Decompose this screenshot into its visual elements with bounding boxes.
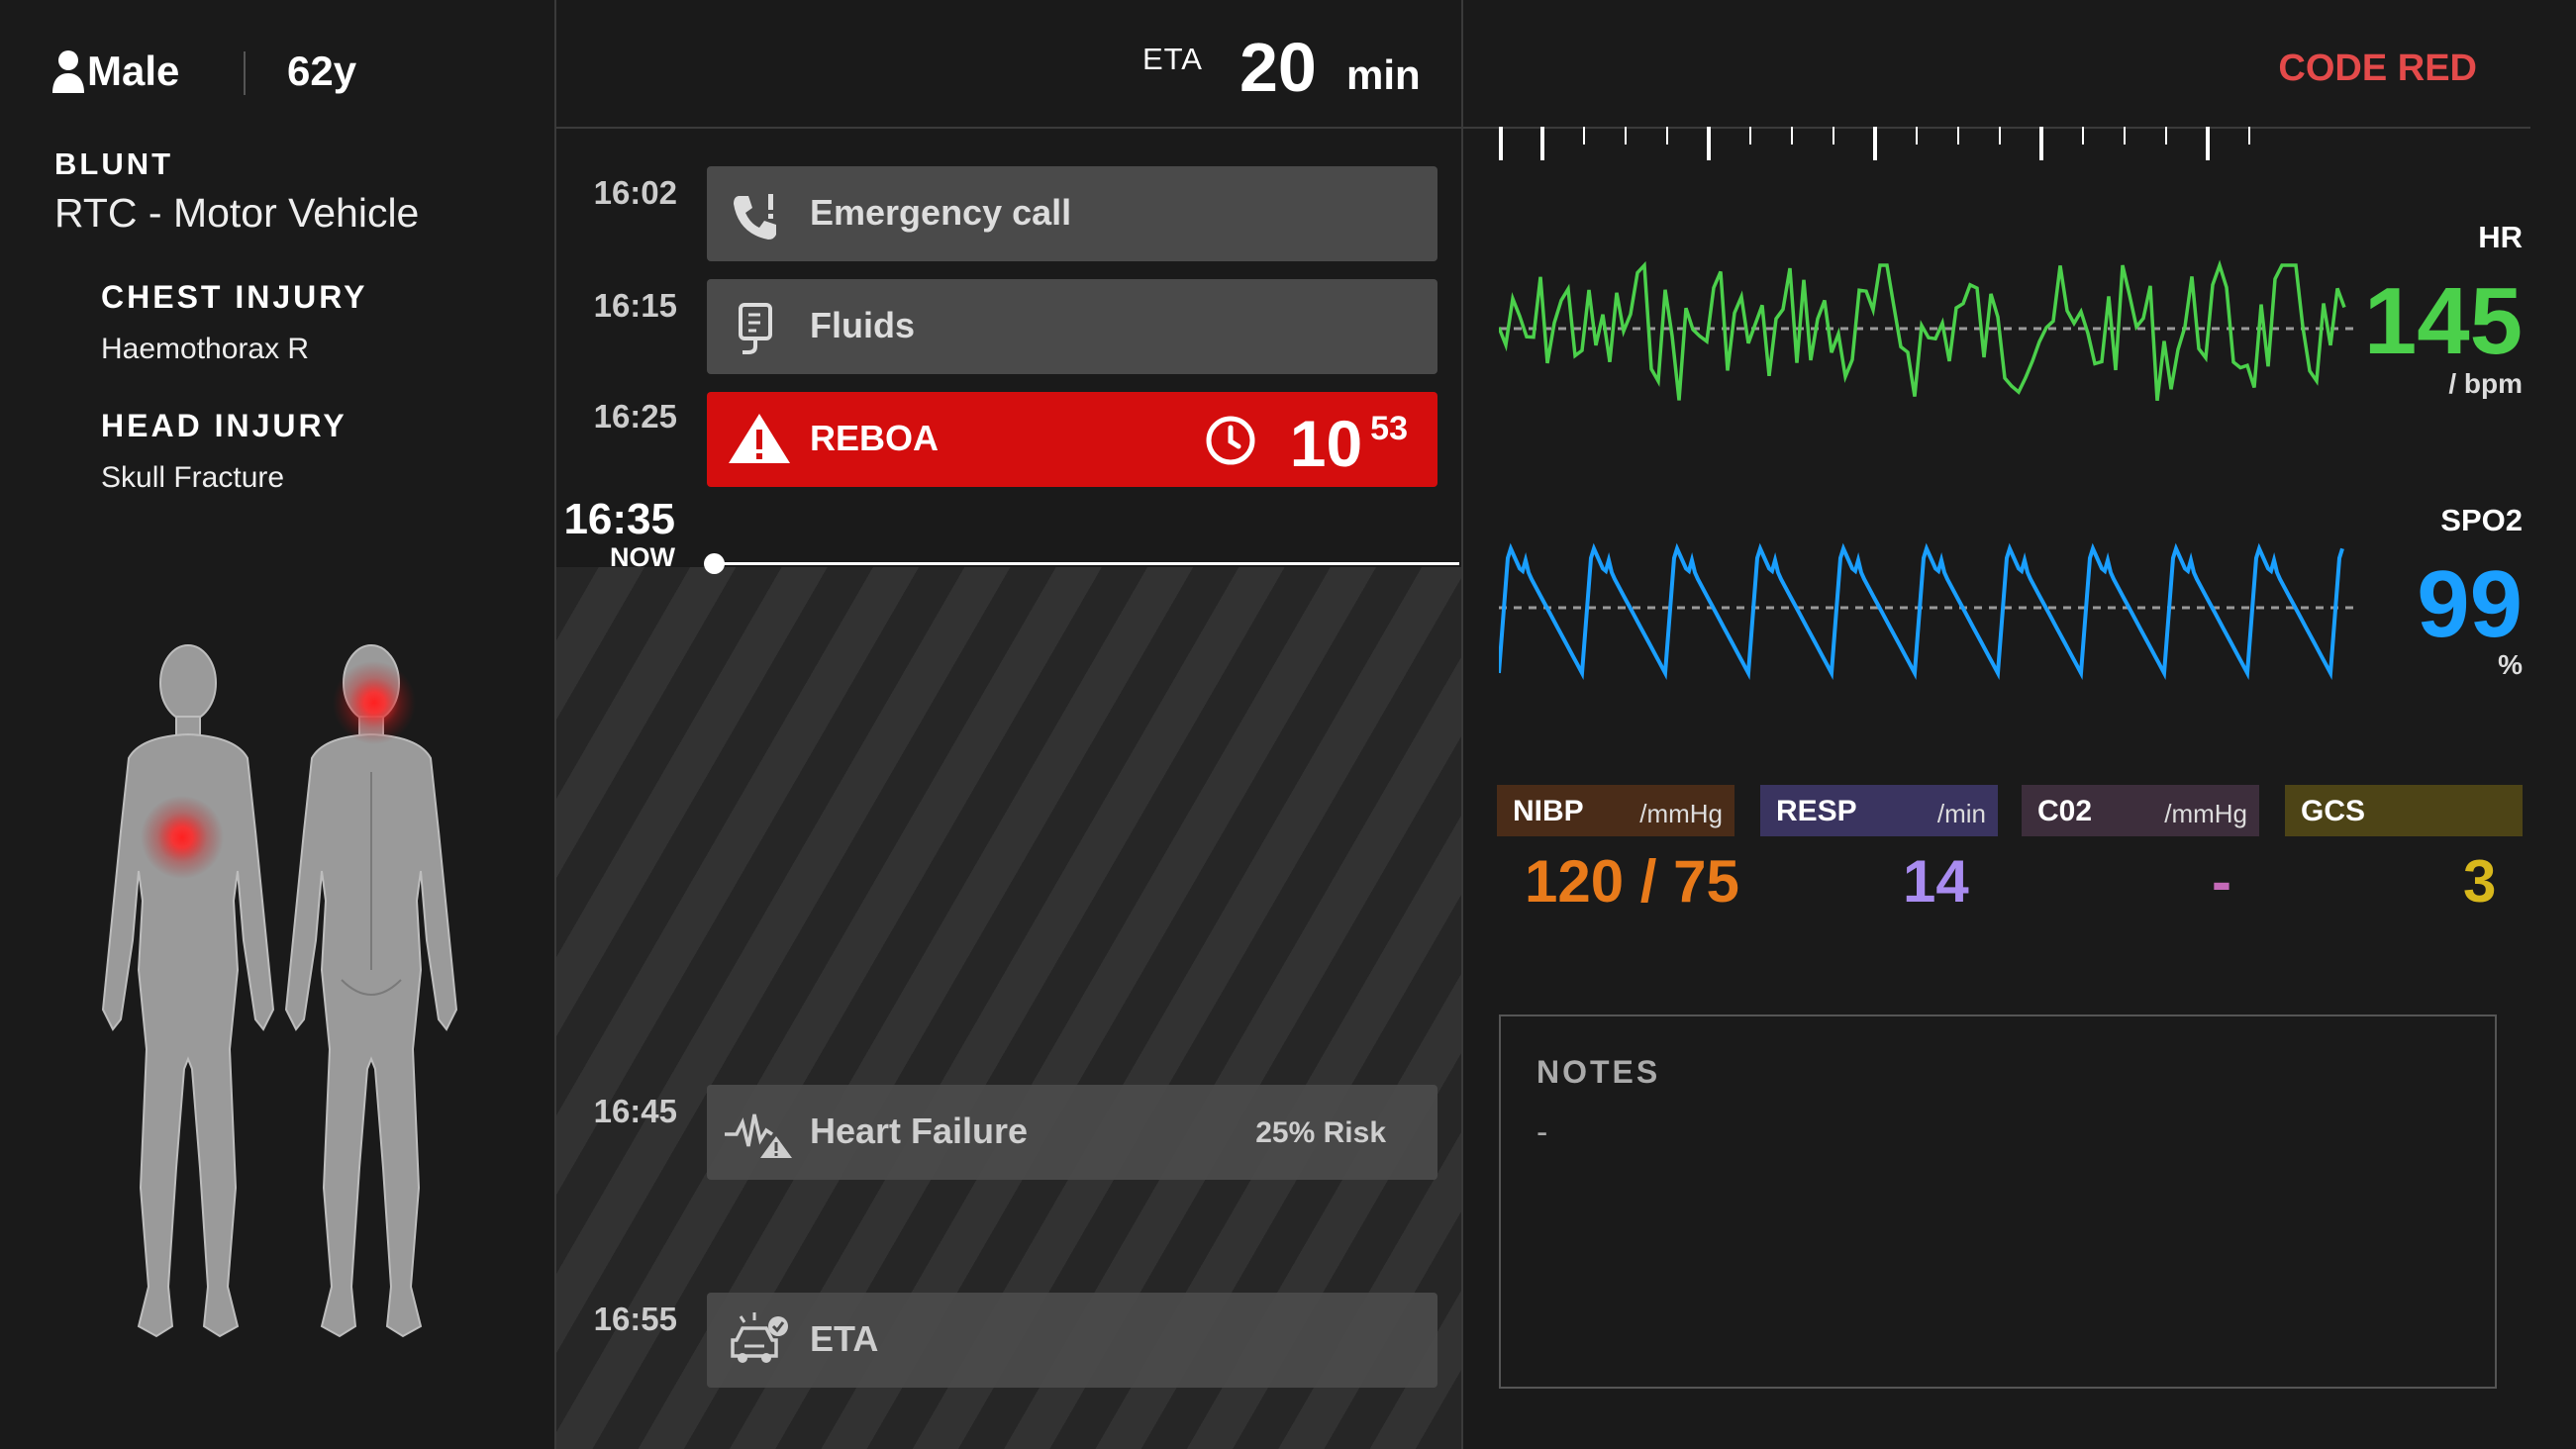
eta-value: 20 [1239,29,1317,106]
event-label: REBOA [810,418,940,458]
prediction-eta[interactable]: ETA [707,1293,1437,1388]
resp-tile[interactable]: RESP /min [1760,785,1998,836]
tile-name: NIBP [1513,795,1584,827]
vitals-header: CODE RED [1463,0,2530,129]
spo2-unit: % [2498,649,2523,680]
tile-name: RESP [1776,795,1857,827]
timeline-header: ETA 20 min [556,0,1461,129]
co2-tile[interactable]: C02 /mmHg [2022,785,2259,836]
event-reboa[interactable]: REBOA 10 53 [707,392,1437,487]
body-injury-map[interactable] [89,633,485,1366]
tile-unit: /mmHg [1639,799,1723,828]
prediction-heart-failure[interactable]: Heart Failure 25% Risk [707,1085,1437,1180]
injury-title-head: HEAD INJURY [101,408,347,443]
nibp-value: 120 / 75 [1525,848,1739,915]
injury-detail-chest: Haemothorax R [101,333,310,365]
patient-age: 62y [287,48,357,94]
event-label: Fluids [810,305,915,345]
event-time: 16:15 [593,287,677,324]
eta-unit: min [1346,51,1421,98]
spo2-waveform [1499,542,2360,680]
patient-panel: Male 62y BLUNT RTC - Motor Vehicle CHEST… [0,0,556,1449]
mechanism-type: BLUNT [54,146,174,181]
clock-icon [1206,416,1255,465]
eta-label: ETA [1142,42,1203,76]
spo2-value: 99 [2417,551,2523,657]
body-back-figure [284,644,458,1338]
spo2-label: SPO2 [2440,503,2523,537]
tile-unit: /min [1936,799,1986,828]
notes-box[interactable]: NOTES - [1499,1014,2497,1389]
gcs-tile[interactable]: GCS [2285,785,2523,836]
phone-alert-icon [734,194,776,240]
event-time: 16:25 [593,398,677,435]
body-front-figure [101,644,275,1338]
patient-sex: Male [87,48,180,94]
event-emergency-call[interactable]: Emergency call [707,166,1437,261]
warning-icon [729,414,790,463]
code-status: CODE RED [2278,48,2477,89]
injury-marker-chest [141,796,224,879]
iv-bag-icon [739,303,772,354]
resp-value: 14 [1903,848,1969,915]
hr-waveform [1499,259,2360,402]
now-marker [704,553,725,574]
prediction-label: ETA [810,1318,879,1359]
tile-name: C02 [2037,795,2093,827]
injury-marker-head [333,661,416,744]
hr-label: HR [2478,220,2523,254]
event-time: 16:02 [593,174,677,211]
timeline-panel: ETA 20 min 16:02 Emergency call 16:15 Fl… [556,0,1463,1449]
now-time: 16:35 [563,495,675,543]
prediction-time: 16:45 [593,1093,677,1129]
prediction-time: 16:55 [593,1301,677,1337]
prediction-label: Heart Failure [810,1111,1029,1151]
heart-rate-warning-icon [725,1113,792,1158]
time-ruler [1499,127,2250,160]
now-line [715,562,1459,565]
mechanism-description: RTC - Motor Vehicle [54,190,420,236]
hr-value: 145 [2363,268,2523,374]
notes-body: - [1536,1113,1548,1151]
vitals-panel: CODE RED HR 145 / bpm SPO2 99 % NIBP /mm… [1463,0,2576,1449]
event-label: Emergency call [810,192,1072,233]
reboa-elapsed-timer: 10 53 [1289,407,1408,480]
tile-name: GCS [2301,795,2366,827]
nibp-tile[interactable]: NIBP /mmHg [1497,785,1734,836]
ambulance-check-icon [731,1312,788,1363]
person-icon [52,50,84,93]
event-fluids[interactable]: Fluids [707,279,1437,374]
risk-value: 25% Risk [1255,1116,1386,1149]
now-label: NOW [610,542,675,572]
gcs-value: 3 [2463,848,2497,915]
injury-detail-head: Skull Fracture [101,461,285,494]
hr-unit: / bpm [2448,368,2523,399]
notes-title: NOTES [1536,1054,1661,1090]
injury-title-chest: CHEST INJURY [101,279,368,315]
tile-unit: /mmHg [2164,799,2247,828]
co2-value: - [2212,848,2231,915]
divider [244,51,246,95]
